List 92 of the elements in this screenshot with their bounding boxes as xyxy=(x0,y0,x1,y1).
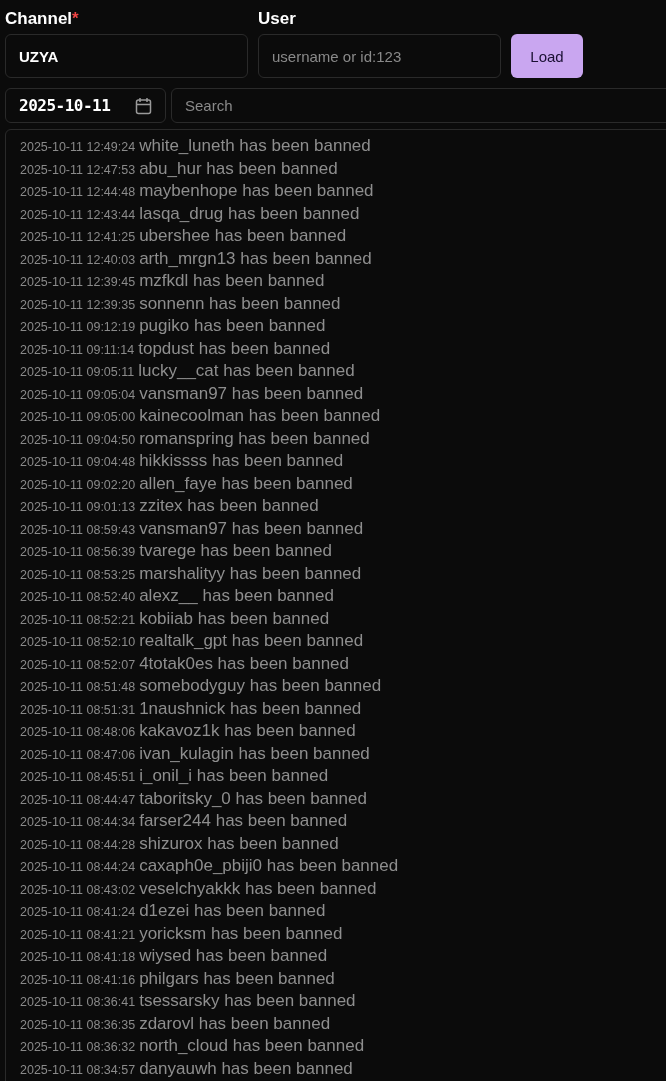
timestamp: 2025-10-11 09:12:19 xyxy=(20,320,136,334)
log-message: farser244 has been banned xyxy=(139,811,348,831)
search-field[interactable]: Search xyxy=(171,88,666,123)
log-message: north_cloud has been banned xyxy=(139,1036,365,1056)
log-message: arth_mrgn13 has been banned xyxy=(139,248,372,269)
timestamp: 2025-10-11 08:36:41 xyxy=(20,995,136,1009)
log-message: zdarovl has been banned xyxy=(139,1013,331,1034)
log-message: maybenhope has been banned xyxy=(139,181,374,201)
log-message: yoricksm has been banned xyxy=(139,923,343,944)
timestamp: 2025-10-11 08:52:21 xyxy=(20,612,136,627)
timestamp: 2025-10-11 12:47:53 xyxy=(20,162,136,177)
user-field[interactable]: username or id:123 xyxy=(258,34,501,78)
log-message: tvarege has been banned xyxy=(139,541,332,561)
log-message: lasqa_drug has been banned xyxy=(139,203,360,224)
log-message: shizurox has been banned xyxy=(139,833,339,854)
log-message: marshalityy has been banned xyxy=(139,563,362,584)
log-message: hikkissss has been banned xyxy=(139,451,344,471)
timestamp: 2025-10-11 08:41:24 xyxy=(20,905,136,919)
timestamp: 2025-10-11 08:59:43 xyxy=(20,522,136,537)
timestamp: 2025-10-11 09:02:20 xyxy=(20,477,136,492)
timestamp: 2025-10-11 08:44:34 xyxy=(20,815,136,829)
timestamp: 2025-10-11 08:44:24 xyxy=(20,860,136,874)
log-message: romanspring has been banned xyxy=(139,428,370,449)
timestamp: 2025-10-11 08:41:18 xyxy=(20,950,136,964)
timestamp: 2025-10-11 08:41:16 xyxy=(20,972,136,987)
timestamp: 2025-10-11 09:01:13 xyxy=(20,500,136,514)
log-message: topdust has been banned xyxy=(138,338,331,359)
calendar-icon[interactable] xyxy=(135,96,152,115)
log-message: abu_hur has been banned xyxy=(139,158,338,179)
log-message: vansman97 has been banned xyxy=(139,518,364,539)
timestamp: 2025-10-11 08:48:06 xyxy=(20,725,136,739)
timestamp: 2025-10-11 09:11:14 xyxy=(20,342,135,357)
log-message: veselchyakkk has been banned xyxy=(139,878,377,899)
log-message: i_onil_i has been banned xyxy=(139,766,329,786)
log-message: white_luneth has been banned xyxy=(139,136,371,156)
timestamp: 2025-10-11 08:43:02 xyxy=(20,882,136,897)
log-message: realtalk_gpt has been banned xyxy=(139,631,364,651)
timestamp: 2025-10-11 08:36:35 xyxy=(20,1017,136,1032)
timestamp: 2025-10-11 09:05:00 xyxy=(20,410,136,424)
log-message: kainecoolman has been banned xyxy=(139,406,381,426)
log-message: zzitex has been banned xyxy=(139,496,319,516)
timestamp: 2025-10-11 08:44:47 xyxy=(20,792,136,807)
log-message: philgars has been banned xyxy=(139,968,335,989)
timestamp: 2025-10-11 09:04:50 xyxy=(20,432,136,447)
log-message: vansman97 has been banned xyxy=(139,383,364,404)
load-button[interactable]: Load xyxy=(511,34,583,78)
timestamp: 2025-10-11 08:41:21 xyxy=(20,927,136,942)
log-message: lucky__cat has been banned xyxy=(138,361,355,381)
log-message: 4totak0es has been banned xyxy=(139,653,349,674)
timestamp: 2025-10-11 08:36:32 xyxy=(20,1040,136,1054)
log-message: pugiko has been banned xyxy=(139,316,326,336)
timestamp: 2025-10-11 08:52:40 xyxy=(20,590,136,604)
timestamp: 2025-10-11 08:52:07 xyxy=(20,657,136,672)
channel-field[interactable]: UZYA xyxy=(5,34,248,78)
log-message: sonnenn has been banned xyxy=(139,293,341,314)
log-message: somebodyguy has been banned xyxy=(139,676,382,696)
timestamp: 2025-10-11 12:40:03 xyxy=(20,252,136,267)
user-label: User xyxy=(258,8,297,30)
timestamp: 2025-10-11 09:05:04 xyxy=(20,387,136,402)
log-message: danyauwh has been banned xyxy=(139,1058,353,1079)
timestamp: 2025-10-11 12:49:24 xyxy=(20,140,136,154)
timestamp: 2025-10-11 08:51:48 xyxy=(20,680,136,694)
log-message: alexz__ has been banned xyxy=(139,586,334,606)
log-message: taboritsky_0 has been banned xyxy=(139,788,367,809)
timestamp: 2025-10-11 12:43:44 xyxy=(20,207,136,222)
timestamp: 2025-10-11 09:04:48 xyxy=(20,455,136,469)
date-field[interactable]: 2025-10-11 xyxy=(5,88,166,123)
log-message: kobiiab has been banned xyxy=(139,608,330,629)
log-message: d1ezei has been banned xyxy=(139,901,326,921)
timestamp: 2025-10-11 08:44:28 xyxy=(20,837,136,852)
channel-label: Channel* xyxy=(5,8,80,30)
timestamp: 2025-10-11 08:53:25 xyxy=(20,567,136,582)
timestamp: 2025-10-11 08:47:06 xyxy=(20,747,136,762)
timestamp: 2025-10-11 12:39:45 xyxy=(20,275,136,289)
log-message: mzfkdl has been banned xyxy=(139,271,325,291)
timestamp: 2025-10-11 08:52:10 xyxy=(20,635,136,649)
log-message: caxaph0e_pbiji0 has been banned xyxy=(139,856,399,876)
log-message: ubershee has been banned xyxy=(139,226,347,246)
timestamp: 2025-10-11 08:51:31 xyxy=(20,702,136,717)
timestamp: 2025-10-11 08:34:57 xyxy=(20,1062,136,1077)
timestamp: 2025-10-11 09:05:11 xyxy=(20,365,135,379)
log-message: tsessarsky has been banned xyxy=(139,991,356,1011)
timestamp: 2025-10-11 12:44:48 xyxy=(20,185,136,199)
log-message: kakavoz1k has been banned xyxy=(139,721,356,741)
log-message: allen_faye has been banned xyxy=(139,473,353,494)
log-message: wiysed has been banned xyxy=(139,946,328,966)
timestamp: 2025-10-11 12:39:35 xyxy=(20,297,136,312)
log-message: 1naushnick has been banned xyxy=(139,698,362,719)
timestamp: 2025-10-11 08:56:39 xyxy=(20,545,136,559)
log-message: ivan_kulagin has been banned xyxy=(139,743,370,764)
timestamp: 2025-10-11 12:41:25 xyxy=(20,230,136,244)
timestamp: 2025-10-11 08:45:51 xyxy=(20,770,136,784)
